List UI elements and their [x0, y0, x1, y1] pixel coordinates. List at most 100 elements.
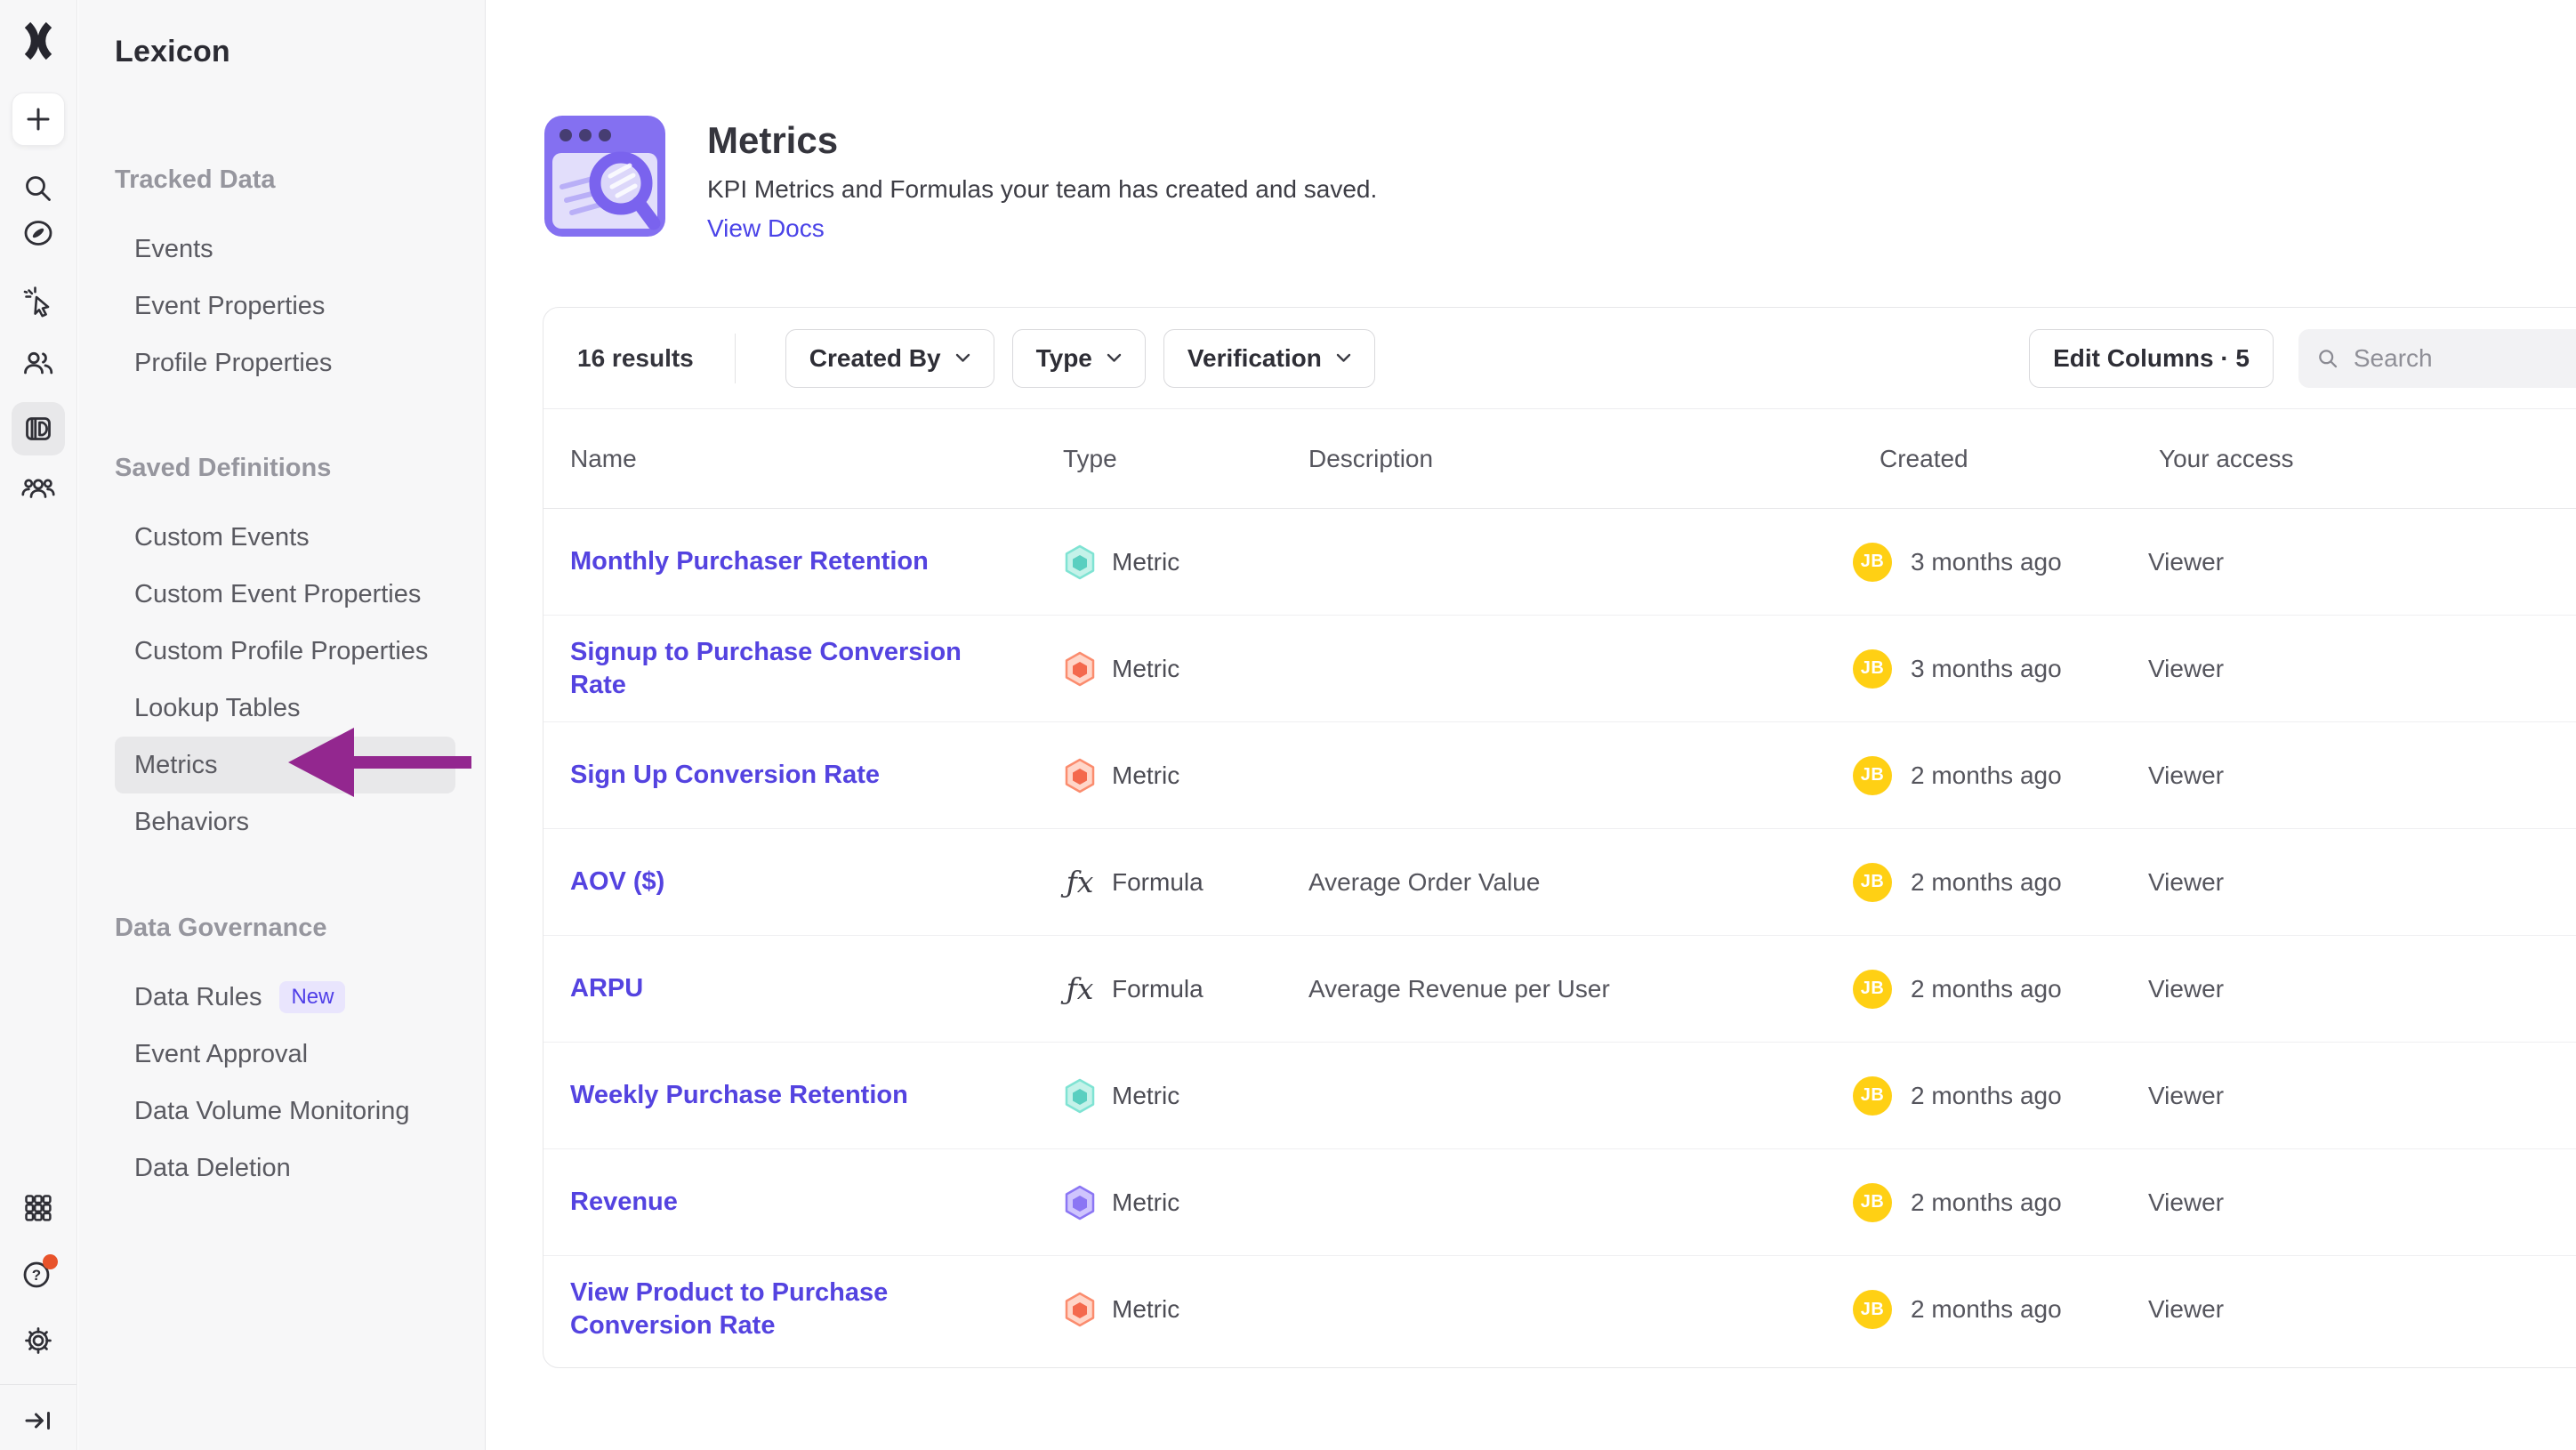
table-header-row: NameTypeDescriptionCreatedYour access	[543, 409, 2576, 509]
created-cell: JB 2 months ago	[1853, 1183, 2148, 1222]
type-label: Metric	[1112, 655, 1179, 683]
type-label: Metric	[1112, 1295, 1179, 1324]
metric-hexagon-red-icon	[1063, 650, 1097, 688]
metrics-panel: 16 results Created By Type Verification Ed…	[543, 307, 2576, 1368]
creator-avatar: JB	[1853, 1183, 1892, 1222]
sidebar-item-metrics[interactable]: Metrics	[115, 737, 455, 793]
cohorts-icon[interactable]	[12, 461, 65, 514]
app-title: Lexicon	[78, 0, 485, 69]
access-cell: Viewer	[2148, 868, 2576, 897]
filter-verification[interactable]: Verification	[1163, 329, 1375, 388]
lexicon-metrics-page: ? Lexicon Tracked Data Events Event Prop…	[0, 0, 2576, 1450]
access-cell: Viewer	[2148, 761, 2576, 790]
table-row: Signup to Purchase Conversion Rate Metri…	[543, 616, 2576, 722]
sidebar-item-lookup-tables[interactable]: Lookup Tables	[115, 680, 455, 737]
access-cell: Viewer	[2148, 1082, 2576, 1110]
created-time: 2 months ago	[1911, 975, 2062, 1003]
type-label: Metric	[1112, 1188, 1179, 1217]
sidebar-item-events[interactable]: Events	[115, 221, 455, 278]
metric-name-link[interactable]: Sign Up Conversion Rate	[570, 761, 880, 789]
created-cell: JB 3 months ago	[1853, 649, 2148, 689]
new-badge: New	[279, 981, 345, 1013]
sidebar: Lexicon Tracked Data Events Event Proper…	[78, 0, 486, 1450]
apps-grid-icon[interactable]	[12, 1181, 65, 1235]
sidebar-section-label: Saved Definitions	[115, 450, 485, 486]
sidebar-item-data-volume-monitoring[interactable]: Data Volume Monitoring	[115, 1083, 455, 1140]
metric-name-link[interactable]: ARPU	[570, 974, 643, 1003]
svg-text:?: ?	[32, 1267, 41, 1284]
table-row: Monthly Purchaser Retention Metric JB 3 …	[543, 509, 2576, 616]
search-box[interactable]	[2298, 329, 2576, 388]
sidebar-item-custom-events[interactable]: Custom Events	[115, 509, 455, 566]
sidebar-section: Data Governance Data RulesNew Event Appr…	[115, 910, 485, 1196]
lexicon-icon[interactable]	[12, 402, 65, 455]
sidebar-item-custom-profile-properties[interactable]: Custom Profile Properties	[115, 623, 455, 680]
creator-avatar: JB	[1853, 543, 1892, 582]
table-body: Monthly Purchaser Retention Metric JB 3 …	[543, 509, 2576, 1363]
metrics-illustration-icon	[543, 114, 667, 238]
help-icon[interactable]: ?	[12, 1247, 65, 1301]
created-time: 3 months ago	[1911, 655, 2062, 683]
type-label: Formula	[1112, 868, 1203, 897]
page-subtitle: KPI Metrics and Formulas your team has c…	[707, 174, 1377, 205]
created-cell: JB 2 months ago	[1853, 863, 2148, 902]
table-row: View Product to Purchase Conversion Rate…	[543, 1256, 2576, 1363]
results-count: 16 results	[577, 344, 694, 373]
search-input[interactable]	[2354, 344, 2576, 373]
chevron-down-icon	[1336, 353, 1351, 363]
sidebar-section: Tracked Data Events Event Properties Pro…	[115, 162, 485, 391]
metric-name-link[interactable]: View Product to Purchase Conversion Rate	[570, 1278, 888, 1340]
sidebar-item-profile-properties[interactable]: Profile Properties	[115, 334, 455, 391]
creator-avatar: JB	[1853, 756, 1892, 795]
column-header-your-access: Your access	[2148, 445, 2576, 473]
search-icon	[2316, 345, 2339, 372]
created-cell: JB 2 months ago	[1853, 756, 2148, 795]
icon-rail: ?	[0, 0, 77, 1450]
table-row: Revenue Metric JB 2 months ago Viewer	[543, 1149, 2576, 1256]
mixpanel-logo-icon[interactable]	[12, 14, 65, 68]
metric-name-link[interactable]: Revenue	[570, 1188, 678, 1216]
view-docs-link[interactable]: View Docs	[707, 213, 825, 244]
metric-name-link[interactable]: Signup to Purchase Conversion Rate	[570, 638, 962, 699]
created-cell: JB 2 months ago	[1853, 1076, 2148, 1116]
chevron-down-icon	[1107, 353, 1122, 363]
creator-avatar: JB	[1853, 649, 1892, 689]
edit-columns-button[interactable]: Edit Columns · 5	[2029, 329, 2274, 388]
sidebar-section: Saved Definitions Custom Events Custom E…	[115, 450, 485, 850]
access-cell: Viewer	[2148, 655, 2576, 683]
users-icon[interactable]	[12, 336, 65, 390]
filter-created-by[interactable]: Created By	[785, 329, 994, 388]
sidebar-item-event-approval[interactable]: Event Approval	[115, 1026, 455, 1083]
sidebar-item-custom-event-properties[interactable]: Custom Event Properties	[115, 566, 455, 623]
column-header-created: Created	[1853, 445, 2148, 473]
access-cell: Viewer	[2148, 1295, 2576, 1324]
creator-avatar: JB	[1853, 1290, 1892, 1329]
sidebar-item-data-deletion[interactable]: Data Deletion	[115, 1140, 455, 1196]
type-label: Formula	[1112, 975, 1203, 1003]
created-time: 3 months ago	[1911, 548, 2062, 576]
filter-type[interactable]: Type	[1012, 329, 1146, 388]
settings-gear-icon[interactable]	[12, 1314, 65, 1367]
sidebar-section-label: Tracked Data	[115, 162, 485, 197]
metric-name-link[interactable]: AOV ($)	[570, 867, 664, 896]
created-time: 2 months ago	[1911, 1295, 2062, 1324]
collapse-sidebar-icon[interactable]	[12, 1394, 65, 1447]
column-header-description: Description	[1308, 445, 1853, 473]
discover-icon[interactable]	[12, 206, 65, 260]
sidebar-item-event-properties[interactable]: Event Properties	[115, 278, 455, 334]
created-time: 2 months ago	[1911, 868, 2062, 897]
created-cell: JB 2 months ago	[1853, 1290, 2148, 1329]
creator-avatar: JB	[1853, 970, 1892, 1009]
column-header-type: Type	[1063, 445, 1308, 473]
table-row: Sign Up Conversion Rate Metric JB 2 mont…	[543, 722, 2576, 829]
creator-avatar: JB	[1853, 1076, 1892, 1116]
sidebar-item-data-rules[interactable]: Data RulesNew	[115, 969, 455, 1026]
created-time: 2 months ago	[1911, 761, 2062, 790]
create-button[interactable]	[12, 93, 65, 146]
metric-name-link[interactable]: Monthly Purchaser Retention	[570, 547, 929, 576]
metric-name-link[interactable]: Weekly Purchase Retention	[570, 1081, 908, 1109]
description-cell: Average Order Value	[1308, 868, 1853, 897]
sidebar-item-behaviors[interactable]: Behaviors	[115, 793, 455, 850]
page-title: Metrics	[707, 119, 1377, 162]
activity-icon[interactable]	[12, 274, 65, 327]
